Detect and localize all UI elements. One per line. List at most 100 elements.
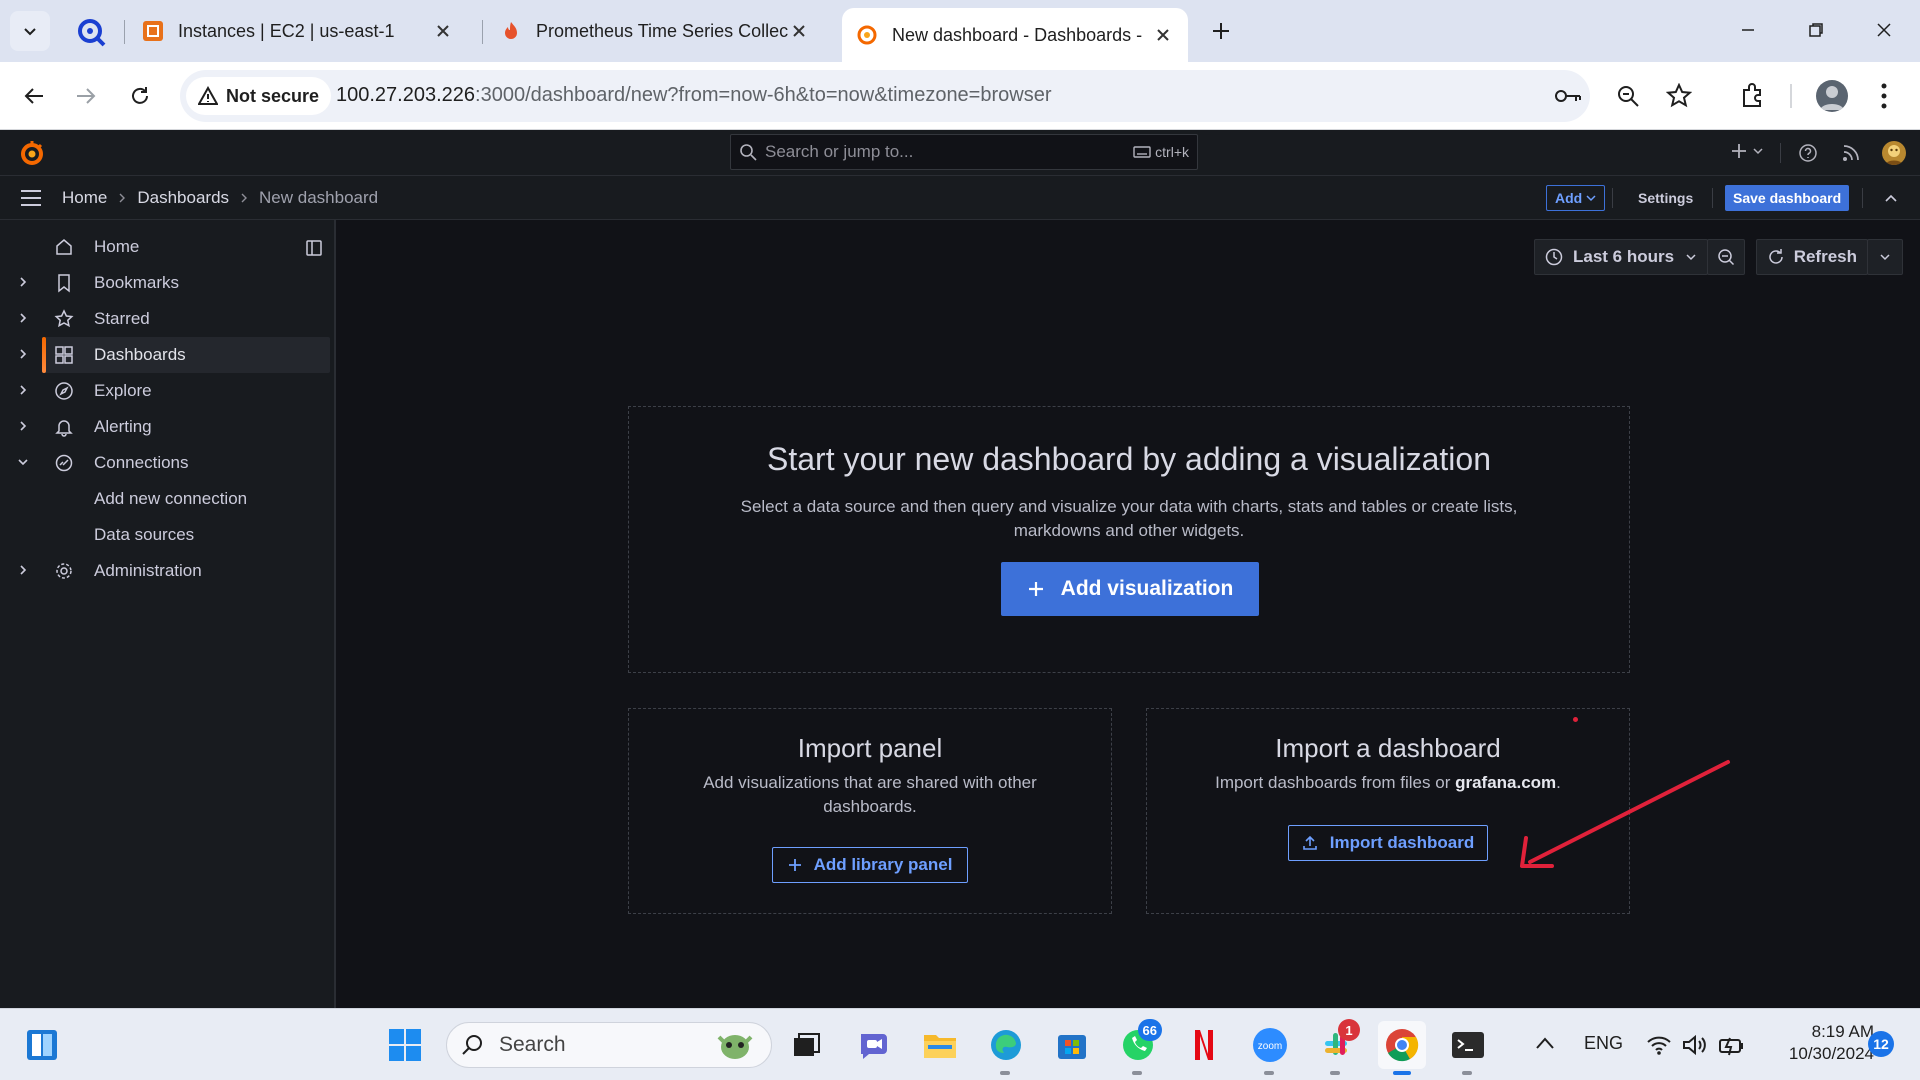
breadcrumb-dashboards[interactable]: Dashboards xyxy=(137,188,229,208)
import-dashboard-label: Import dashboard xyxy=(1329,833,1475,852)
task-view-icon[interactable] xyxy=(782,1021,830,1069)
close-icon[interactable] xyxy=(1152,24,1174,46)
breadcrumb-home[interactable]: Home xyxy=(62,188,107,208)
chevron-right-icon[interactable] xyxy=(16,275,30,289)
search-highlight-icon xyxy=(717,1035,753,1059)
omnibox[interactable]: Not secure 100.27.203.226:3000/dashboard… xyxy=(180,70,1692,122)
sidebar-item-starred[interactable]: Starred xyxy=(0,301,330,337)
minimize-button[interactable] xyxy=(1728,12,1768,48)
zoom-out-button[interactable] xyxy=(1707,239,1745,275)
collapse-chevron-up-icon[interactable] xyxy=(1884,191,1898,205)
chevron-right-icon[interactable] xyxy=(16,419,30,433)
news-feed-icon[interactable] xyxy=(1842,144,1860,162)
tab-search-button[interactable] xyxy=(10,11,50,51)
security-label: Not secure xyxy=(226,85,320,106)
sidebar-item-data-sources[interactable]: Data sources xyxy=(0,517,330,553)
profile-avatar[interactable] xyxy=(1816,80,1848,112)
profile-logo-icon[interactable] xyxy=(74,15,108,49)
reload-button[interactable] xyxy=(120,76,160,116)
terminal-icon[interactable] xyxy=(1444,1021,1492,1075)
sidebar-item-explore[interactable]: Explore xyxy=(0,373,330,409)
chevron-down-icon[interactable] xyxy=(16,455,30,469)
connections-icon xyxy=(54,453,74,473)
tab-ec2-instances[interactable]: Instances | EC2 | us-east-1 xyxy=(128,8,468,54)
new-menu-button[interactable] xyxy=(1730,142,1764,160)
netflix-icon[interactable] xyxy=(1180,1021,1228,1069)
forward-button[interactable] xyxy=(66,76,106,116)
chevron-right-icon[interactable] xyxy=(16,311,30,325)
whatsapp-icon[interactable]: 66 xyxy=(1114,1019,1162,1075)
chevron-right-icon[interactable] xyxy=(16,347,30,361)
chrome-icon[interactable] xyxy=(1378,1021,1426,1075)
sidebar-item-connections[interactable]: Connections xyxy=(0,445,330,481)
close-icon[interactable] xyxy=(432,20,454,42)
chevron-down-icon xyxy=(1880,254,1890,261)
save-dashboard-button[interactable]: Save dashboard xyxy=(1725,185,1850,211)
teams-chat-icon[interactable] xyxy=(850,1021,898,1069)
user-avatar[interactable] xyxy=(1882,141,1906,165)
grafana-logo-icon[interactable] xyxy=(18,140,46,168)
language-indicator[interactable]: ENG xyxy=(1584,1033,1623,1054)
time-range-picker[interactable]: Last 6 hours xyxy=(1534,239,1708,275)
grafana-breadcrumb-bar: Home Dashboards New dashboard Add Settin… xyxy=(0,176,1920,220)
refresh-interval-dropdown[interactable] xyxy=(1867,239,1903,275)
notification-count-badge[interactable]: 12 xyxy=(1868,1031,1894,1057)
sidebar-item-label: Add new connection xyxy=(94,489,248,508)
slack-icon[interactable]: 1 xyxy=(1312,1019,1360,1075)
url-host: 100.27.203.226 xyxy=(336,84,476,106)
tab-title: Instances | EC2 | us-east-1 xyxy=(178,20,395,41)
menu-toggle-icon[interactable] xyxy=(20,189,42,207)
chevron-up-icon[interactable] xyxy=(1535,1036,1555,1050)
bookmark-star-icon[interactable] xyxy=(1666,83,1692,109)
help-icon[interactable] xyxy=(1798,143,1818,163)
volume-icon[interactable] xyxy=(1682,1033,1708,1057)
battery-icon[interactable] xyxy=(1718,1034,1746,1056)
sidebar-item-administration[interactable]: Administration xyxy=(0,553,330,589)
plus-icon xyxy=(1732,144,1746,158)
restore-button[interactable] xyxy=(1796,12,1836,48)
chevron-right-icon[interactable] xyxy=(16,383,30,397)
zoom-icon[interactable]: zoom xyxy=(1246,1021,1294,1075)
empty-state-subtitle-line2: markdowns and other widgets. xyxy=(1013,521,1245,540)
zoom-out-icon xyxy=(1718,249,1735,266)
extensions-icon[interactable] xyxy=(1740,82,1766,108)
chevron-down-icon xyxy=(1686,254,1696,261)
tab-prometheus[interactable]: Prometheus Time Series Collect xyxy=(486,8,824,54)
search-input[interactable]: Search or jump to... ctrl+k xyxy=(730,134,1198,170)
refresh-button[interactable]: Refresh xyxy=(1756,239,1868,275)
add-library-panel-button[interactable]: Add library panel xyxy=(772,847,968,883)
sidebar-item-add-new-connection[interactable]: Add new connection xyxy=(0,481,330,517)
new-tab-button[interactable] xyxy=(1206,16,1236,46)
sidebar-item-home[interactable]: Home xyxy=(0,229,330,265)
sidebar-item-bookmarks[interactable]: Bookmarks xyxy=(0,265,330,301)
add-dropdown-button[interactable]: Add xyxy=(1546,185,1606,211)
wifi-icon[interactable] xyxy=(1646,1034,1672,1056)
edge-browser-icon[interactable] xyxy=(982,1021,1030,1075)
widgets-icon[interactable] xyxy=(18,1021,66,1069)
close-window-button[interactable] xyxy=(1864,12,1904,48)
tab-new-dashboard[interactable]: New dashboard - Dashboards - xyxy=(842,8,1188,62)
url-text[interactable]: 100.27.203.226:3000/dashboard/new?from=n… xyxy=(336,84,1052,107)
close-icon[interactable] xyxy=(788,20,810,42)
plus-icon xyxy=(788,859,801,871)
import-dashboard-button[interactable]: Import dashboard xyxy=(1288,825,1488,861)
file-explorer-icon[interactable] xyxy=(916,1021,964,1069)
password-key-icon[interactable] xyxy=(1554,84,1582,108)
sidebar-item-alerting[interactable]: Alerting xyxy=(0,409,330,445)
taskbar-search-label: Search xyxy=(499,1033,566,1056)
start-windows-icon[interactable] xyxy=(381,1021,429,1069)
security-indicator[interactable]: Not secure xyxy=(186,77,332,115)
empty-state-subtitle-line1: Select a data source and then query and … xyxy=(740,497,1518,516)
back-button[interactable] xyxy=(14,76,54,116)
chevron-right-icon[interactable] xyxy=(16,563,30,577)
microsoft-store-icon[interactable] xyxy=(1048,1021,1096,1069)
add-visualization-button[interactable]: Add visualization xyxy=(1001,562,1259,616)
taskbar-search-box[interactable]: Search xyxy=(446,1022,772,1068)
menu-kebab-icon[interactable] xyxy=(1880,82,1888,110)
clock[interactable]: 8:19 AM 10/30/2024 xyxy=(1764,1021,1874,1065)
compass-icon xyxy=(54,381,74,401)
sidebar-item-dashboards[interactable]: Dashboards xyxy=(42,337,330,373)
settings-button[interactable]: Settings xyxy=(1630,185,1701,211)
refresh-icon xyxy=(1769,249,1783,264)
zoom-icon[interactable] xyxy=(1616,84,1640,108)
